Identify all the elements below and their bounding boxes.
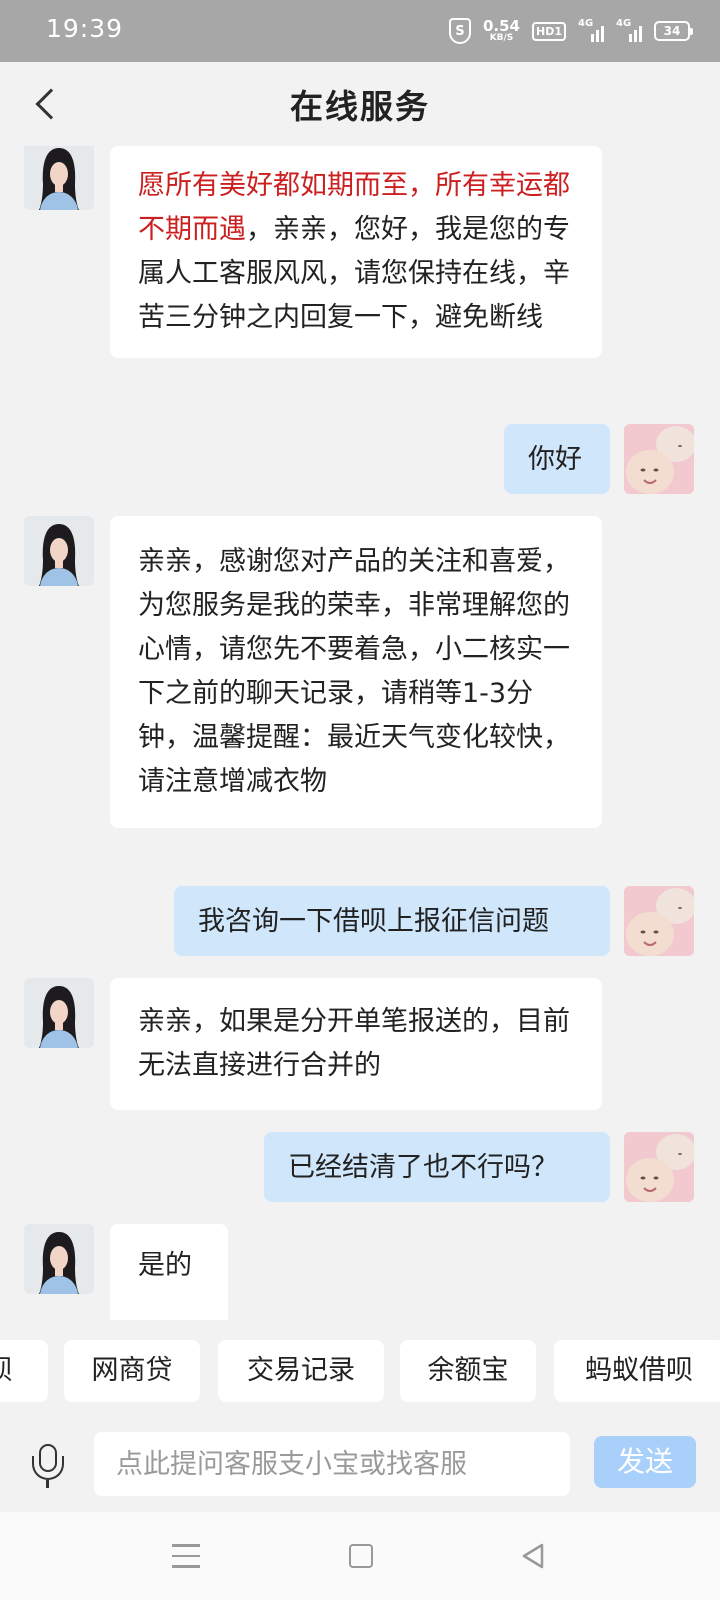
user-message-bubble: 我咨询一下借呗上报征信问题 (174, 886, 610, 956)
user-avatar[interactable] (624, 1132, 694, 1202)
home-square-icon[interactable] (349, 1544, 373, 1568)
input-bar: 发送 (0, 1416, 720, 1512)
user-avatar[interactable] (624, 424, 694, 494)
status-bar: 19:39 S 0.54 KB/S HD1 4G 4G 34 (0, 0, 720, 62)
agent-message-bubble: 愿所有美好都如期而至，所有幸运都不期而遇，亲亲，您好，我是您的专属人工客服风风，… (110, 146, 602, 358)
quick-chip[interactable]: 呗 (0, 1340, 48, 1402)
status-time: 19:39 (46, 14, 124, 43)
quick-chip[interactable]: 网商贷 (64, 1340, 200, 1402)
battery-icon: 34 (654, 21, 693, 41)
quick-chip[interactable]: 交易记录 (218, 1340, 384, 1402)
agent-message-bubble: 是的 (110, 1224, 228, 1320)
menu-icon[interactable] (172, 1544, 200, 1568)
chip-label: 交易记录 (247, 1355, 355, 1386)
message-text: 是的 (138, 1250, 192, 1281)
speed-value: 0.54 (482, 17, 520, 35)
message-text: 我咨询一下借呗上报征信问题 (198, 906, 549, 937)
message-row: 愿所有美好都如期而至，所有幸运都不期而遇，亲亲，您好，我是您的专属人工客服风风，… (0, 146, 720, 406)
message-row: 亲亲，感谢您对产品的关注和喜爱，为您服务是我的荣幸，非常理解您的心情，请您先不要… (0, 516, 720, 866)
header: 在线服务 (0, 62, 720, 146)
chip-label: 网商贷 (91, 1355, 173, 1386)
back-button[interactable] (24, 82, 68, 126)
message-text: 你好 (528, 444, 582, 475)
chip-label: 蚂蚁借呗 (585, 1355, 693, 1386)
network-speed: 0.54 KB/S (483, 19, 520, 43)
quick-chip[interactable]: 余额宝 (400, 1340, 536, 1402)
page-title: 在线服务 (290, 87, 430, 126)
message-row: 是的 (0, 1224, 720, 1320)
microphone-icon[interactable] (26, 1442, 70, 1490)
chip-label: 余额宝 (427, 1355, 509, 1386)
status-icons: S 0.54 KB/S HD1 4G 4G 34 (448, 14, 693, 48)
user-message-bubble: 已经结清了也不行吗？ (264, 1132, 610, 1202)
chip-label: 呗 (0, 1355, 13, 1386)
quick-chip-bar[interactable]: 呗 网商贷 交易记录 余额宝 蚂蚁借呗 (0, 1340, 720, 1404)
signal-icon: 4G (616, 18, 642, 44)
agent-message-bubble: 亲亲，感谢您对产品的关注和喜爱，为您服务是我的荣幸，非常理解您的心情，请您先不要… (110, 516, 602, 828)
message-row: 我咨询一下借呗上报征信问题 (0, 886, 720, 956)
question-input[interactable] (94, 1432, 570, 1496)
message-text: 亲亲，感谢您对产品的关注和喜爱，为您服务是我的荣幸，非常理解您的心情，请您先不要… (138, 546, 570, 797)
agent-avatar[interactable] (24, 146, 94, 210)
shield-s-icon: S (448, 18, 471, 44)
send-button[interactable]: 发送 (594, 1436, 696, 1488)
message-text: 已经结清了也不行吗？ (288, 1152, 558, 1183)
agent-avatar[interactable] (24, 1224, 94, 1294)
chat-area[interactable]: 愿所有美好都如期而至，所有幸运都不期而遇，亲亲，您好，我是您的专属人工客服风风，… (0, 146, 720, 1320)
user-message-bubble: 你好 (504, 424, 610, 494)
navigation-bar (0, 1512, 720, 1600)
message-row: 已经结清了也不行吗？ (0, 1132, 720, 1202)
message-row: 亲亲，如果是分开单笔报送的，目前无法直接进行合并的 (0, 978, 720, 1113)
hd-icon: HD1 (532, 21, 566, 41)
signal-icon: 4G (578, 18, 604, 44)
speed-unit: KB/S (489, 33, 514, 43)
message-row: 你好 (0, 424, 720, 496)
user-avatar[interactable] (624, 886, 694, 956)
agent-avatar[interactable] (24, 978, 94, 1048)
agent-avatar[interactable] (24, 516, 94, 586)
back-triangle-icon[interactable] (520, 1542, 546, 1570)
chevron-left-icon (35, 88, 67, 120)
quick-chip[interactable]: 蚂蚁借呗 (554, 1340, 720, 1402)
message-text: 亲亲，如果是分开单笔报送的，目前无法直接进行合并的 (138, 1006, 570, 1081)
agent-message-bubble: 亲亲，如果是分开单笔报送的，目前无法直接进行合并的 (110, 978, 602, 1110)
